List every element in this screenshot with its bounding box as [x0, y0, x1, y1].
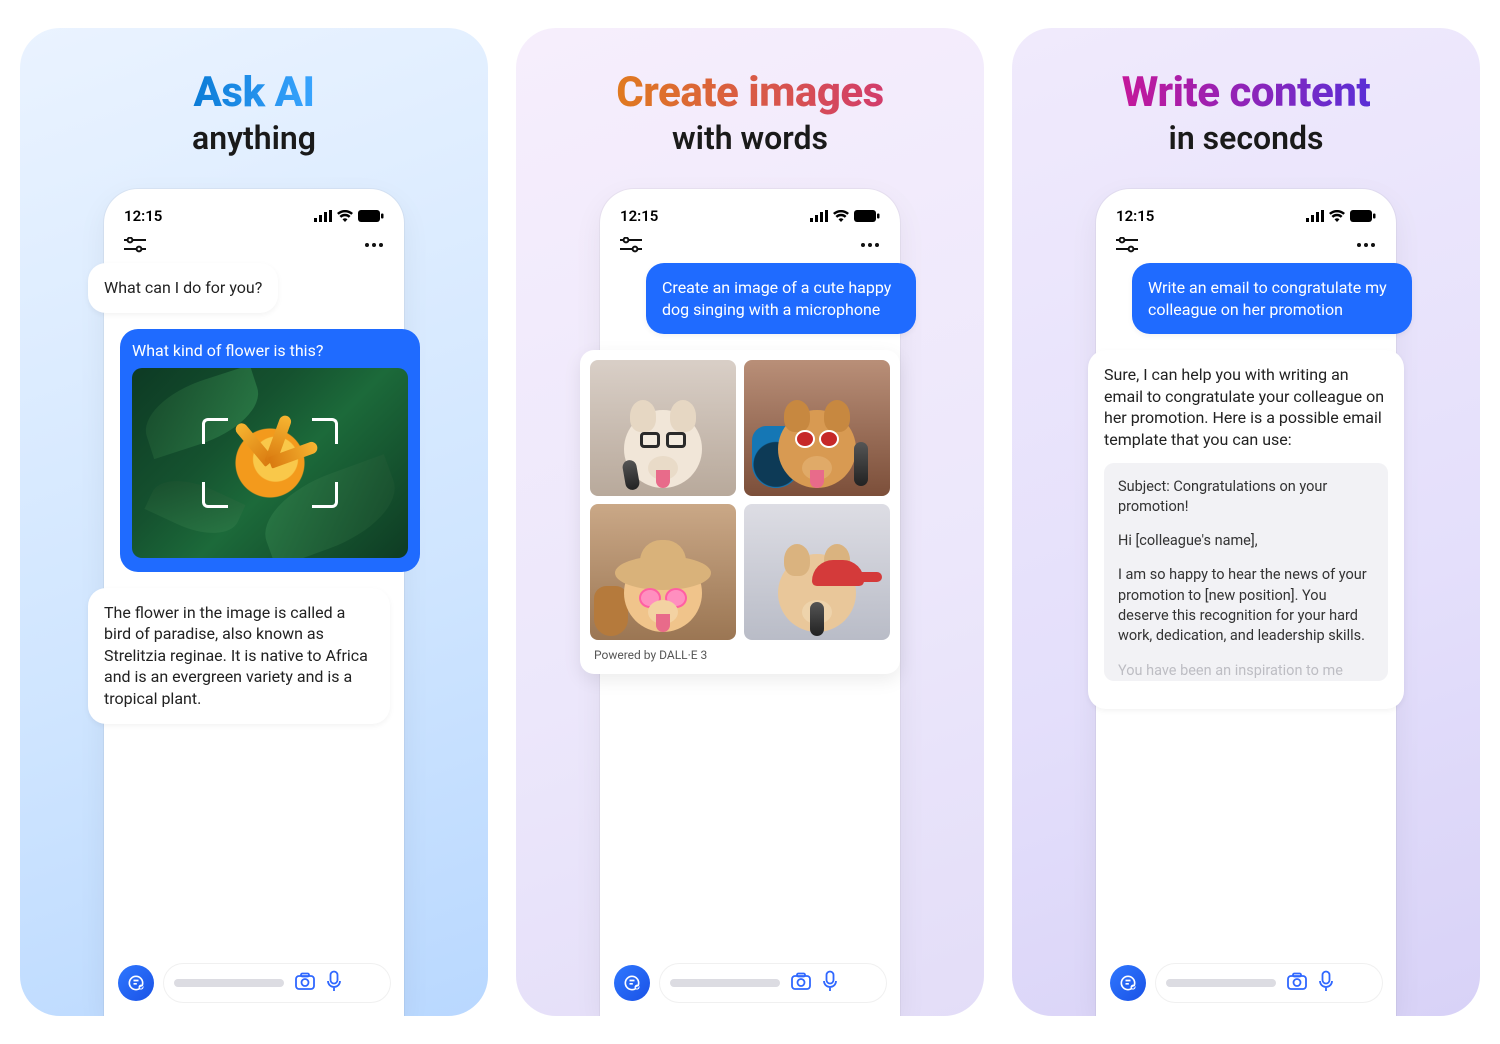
camera-icon[interactable] — [294, 971, 316, 995]
generated-image[interactable] — [590, 360, 736, 496]
ai-message: Sure, I can help you with writing an ema… — [1088, 350, 1404, 709]
camera-icon[interactable] — [1286, 971, 1308, 995]
battery-icon — [1350, 210, 1376, 222]
status-time: 12:15 — [620, 207, 658, 225]
battery-icon — [854, 210, 880, 222]
mic-icon[interactable] — [822, 970, 838, 996]
generated-images-card: Powered by DALL·E 3 — [580, 350, 900, 674]
promo-panel-images: Create images with words 12:15 Create an… — [516, 28, 984, 1016]
wifi-icon — [1328, 210, 1346, 222]
status-time: 12:15 — [1116, 207, 1154, 225]
headline: Write content in seconds — [1122, 68, 1371, 157]
placeholder-line — [174, 979, 284, 987]
more-icon[interactable] — [1356, 242, 1376, 248]
chat-area: Create an image of a cute happy dog sing… — [614, 263, 886, 674]
headline-title: Write content — [1122, 68, 1371, 117]
signal-icon — [1306, 210, 1324, 222]
signal-icon — [314, 210, 332, 222]
status-time: 12:15 — [124, 207, 162, 225]
email-template: Subject: Congratulations on your promoti… — [1104, 463, 1388, 681]
input-bar — [614, 964, 886, 1002]
input-bar — [118, 964, 390, 1002]
status-icons — [1306, 210, 1376, 222]
generated-image[interactable] — [744, 504, 890, 640]
status-bar: 12:15 — [1110, 207, 1382, 233]
phone-mock: 12:15 Write an email to congratulate my … — [1096, 189, 1396, 1016]
camera-icon[interactable] — [790, 971, 812, 995]
email-subject: Subject: Congratulations on your promoti… — [1118, 477, 1374, 518]
status-icons — [314, 210, 384, 222]
generated-image[interactable] — [744, 360, 890, 496]
ai-message: What can I do for you? — [88, 263, 278, 313]
wifi-icon — [336, 210, 354, 222]
headline-subtitle: with words — [616, 119, 883, 157]
powered-by-label: Powered by DALL·E 3 — [590, 640, 890, 664]
mic-icon[interactable] — [326, 970, 342, 996]
generated-image[interactable] — [590, 504, 736, 640]
wifi-icon — [832, 210, 850, 222]
headline: Ask AI anything — [192, 68, 316, 157]
promo-panel-write: Write content in seconds 12:15 Write an … — [1012, 28, 1480, 1016]
app-toolbar — [614, 233, 886, 263]
placeholder-line — [1166, 979, 1276, 987]
flower-photo — [132, 368, 408, 558]
mic-icon[interactable] — [1318, 970, 1334, 996]
ai-message: The flower in the image is called a bird… — [88, 588, 390, 724]
text-input[interactable] — [164, 964, 390, 1002]
settings-sliders-icon[interactable] — [124, 237, 146, 253]
user-message: Create an image of a cute happy dog sing… — [646, 263, 916, 334]
text-input[interactable] — [660, 964, 886, 1002]
user-caption: What kind of flower is this? — [132, 341, 408, 360]
more-icon[interactable] — [860, 242, 880, 248]
copilot-button[interactable] — [1110, 965, 1146, 1001]
headline-subtitle: anything — [192, 119, 316, 157]
email-greeting: Hi [colleague's name], — [1118, 531, 1374, 551]
more-icon[interactable] — [364, 242, 384, 248]
chat-area: Write an email to congratulate my collea… — [1110, 263, 1382, 709]
headline-subtitle: in seconds — [1122, 119, 1371, 157]
email-body: I am so happy to hear the news of your p… — [1118, 565, 1374, 646]
user-image-message: What kind of flower is this? — [120, 329, 420, 572]
phone-mock: 12:15 Create an image of a cute happy do… — [600, 189, 900, 1016]
focus-frame-icon — [202, 418, 338, 508]
chat-area: What can I do for you? What kind of flow… — [118, 263, 390, 724]
placeholder-line — [670, 979, 780, 987]
app-toolbar — [118, 233, 390, 263]
status-icons — [810, 210, 880, 222]
headline: Create images with words — [616, 68, 883, 157]
battery-icon — [358, 210, 384, 222]
settings-sliders-icon[interactable] — [1116, 237, 1138, 253]
email-body-faded: You have been an inspiration to me — [1118, 661, 1374, 681]
headline-title: Create images — [616, 68, 883, 117]
signal-icon — [810, 210, 828, 222]
user-message: Write an email to congratulate my collea… — [1132, 263, 1412, 334]
text-input[interactable] — [1156, 964, 1382, 1002]
ai-intro-text: Sure, I can help you with writing an ema… — [1104, 364, 1388, 450]
phone-mock: 12:15 What can I do for you? What kind o… — [104, 189, 404, 1016]
input-bar — [1110, 964, 1382, 1002]
headline-title: Ask AI — [192, 68, 316, 117]
copilot-button[interactable] — [614, 965, 650, 1001]
status-bar: 12:15 — [118, 207, 390, 233]
copilot-button[interactable] — [118, 965, 154, 1001]
app-toolbar — [1110, 233, 1382, 263]
status-bar: 12:15 — [614, 207, 886, 233]
promo-panel-ask: Ask AI anything 12:15 What can I do for … — [20, 28, 488, 1016]
settings-sliders-icon[interactable] — [620, 237, 642, 253]
